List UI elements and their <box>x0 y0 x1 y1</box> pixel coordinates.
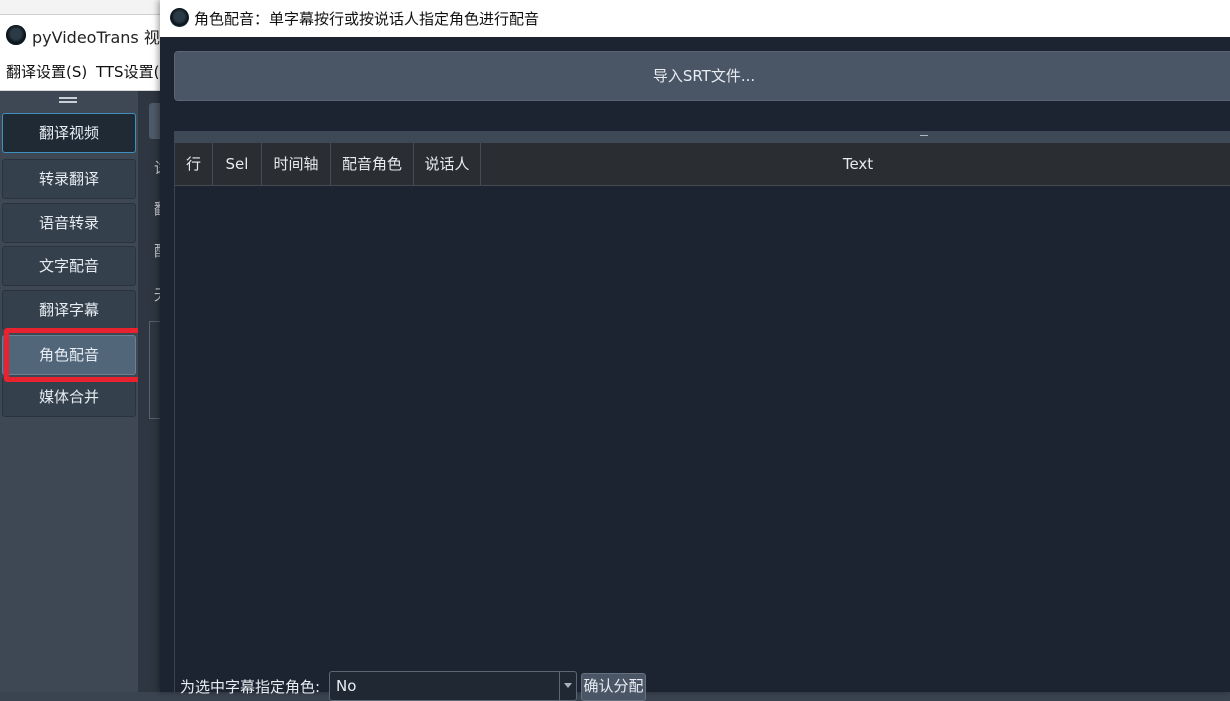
sidebar-item-translate-subtitle[interactable]: 翻译字幕 <box>2 290 136 330</box>
role-select-dropdown[interactable] <box>559 672 576 700</box>
main-titlebar: pyVideoTrans 视频 <box>0 14 176 53</box>
column-header-text[interactable]: Text <box>481 143 1230 185</box>
role-dubbing-dialog: 角色配音：单字幕按行或按说话人指定角色进行配音 导入SRT文件... 行 Sel… <box>160 0 1230 701</box>
app-logo-icon <box>6 25 26 45</box>
menu-translate-settings[interactable]: 翻译设置(S) <box>6 61 87 82</box>
menu-tts-settings[interactable]: TTS设置(I <box>96 61 164 82</box>
column-header-sel[interactable]: Sel <box>213 143 262 185</box>
sidebar-grip-icon[interactable] <box>59 97 77 103</box>
assign-role-label: 为选中字幕指定角色: <box>180 678 321 696</box>
dialog-titlebar: 角色配音：单字幕按行或按说话人指定角色进行配音 <box>160 0 1230 37</box>
role-select-value: No <box>336 677 357 695</box>
splitter-handle[interactable] <box>174 131 1230 143</box>
sidebar: 翻译视频 转录翻译 语音转录 文字配音 翻译字幕 角色配音 媒体合并 <box>0 91 138 692</box>
app-logo-icon <box>170 8 189 27</box>
subtitle-table[interactable]: 行 Sel 时间轴 配音角色 说话人 Text <box>174 143 1230 692</box>
column-header-row[interactable]: 行 <box>175 143 213 185</box>
sidebar-item-text-dubbing[interactable]: 文字配音 <box>2 246 136 286</box>
splitter-grip-icon <box>920 135 928 136</box>
main-menubar: 翻译设置(S) TTS设置(I <box>0 52 170 91</box>
sidebar-item-media-merge[interactable]: 媒体合并 <box>2 377 136 417</box>
sidebar-item-speech-transcribe[interactable]: 语音转录 <box>2 203 136 243</box>
main-window-title: pyVideoTrans 视频 <box>32 28 176 47</box>
chevron-down-icon <box>564 683 572 688</box>
column-header-timeline[interactable]: 时间轴 <box>262 143 331 185</box>
import-srt-button[interactable]: 导入SRT文件... <box>174 51 1230 101</box>
sidebar-item-transcribe-translate[interactable]: 转录翻译 <box>2 159 136 199</box>
sidebar-item-translate-video[interactable]: 翻译视频 <box>2 113 136 153</box>
column-header-voice-role[interactable]: 配音角色 <box>331 143 414 185</box>
table-header: 行 Sel 时间轴 配音角色 说话人 Text <box>175 143 1230 186</box>
desktop-strip <box>0 0 170 14</box>
sidebar-item-role-dubbing[interactable]: 角色配音 <box>2 335 136 375</box>
dialog-title: 角色配音：单字幕按行或按说话人指定角色进行配音 <box>194 10 540 28</box>
role-select[interactable]: No <box>329 671 577 701</box>
confirm-assign-button[interactable]: 确认分配 <box>581 673 646 701</box>
column-header-speaker[interactable]: 说话人 <box>414 143 481 185</box>
